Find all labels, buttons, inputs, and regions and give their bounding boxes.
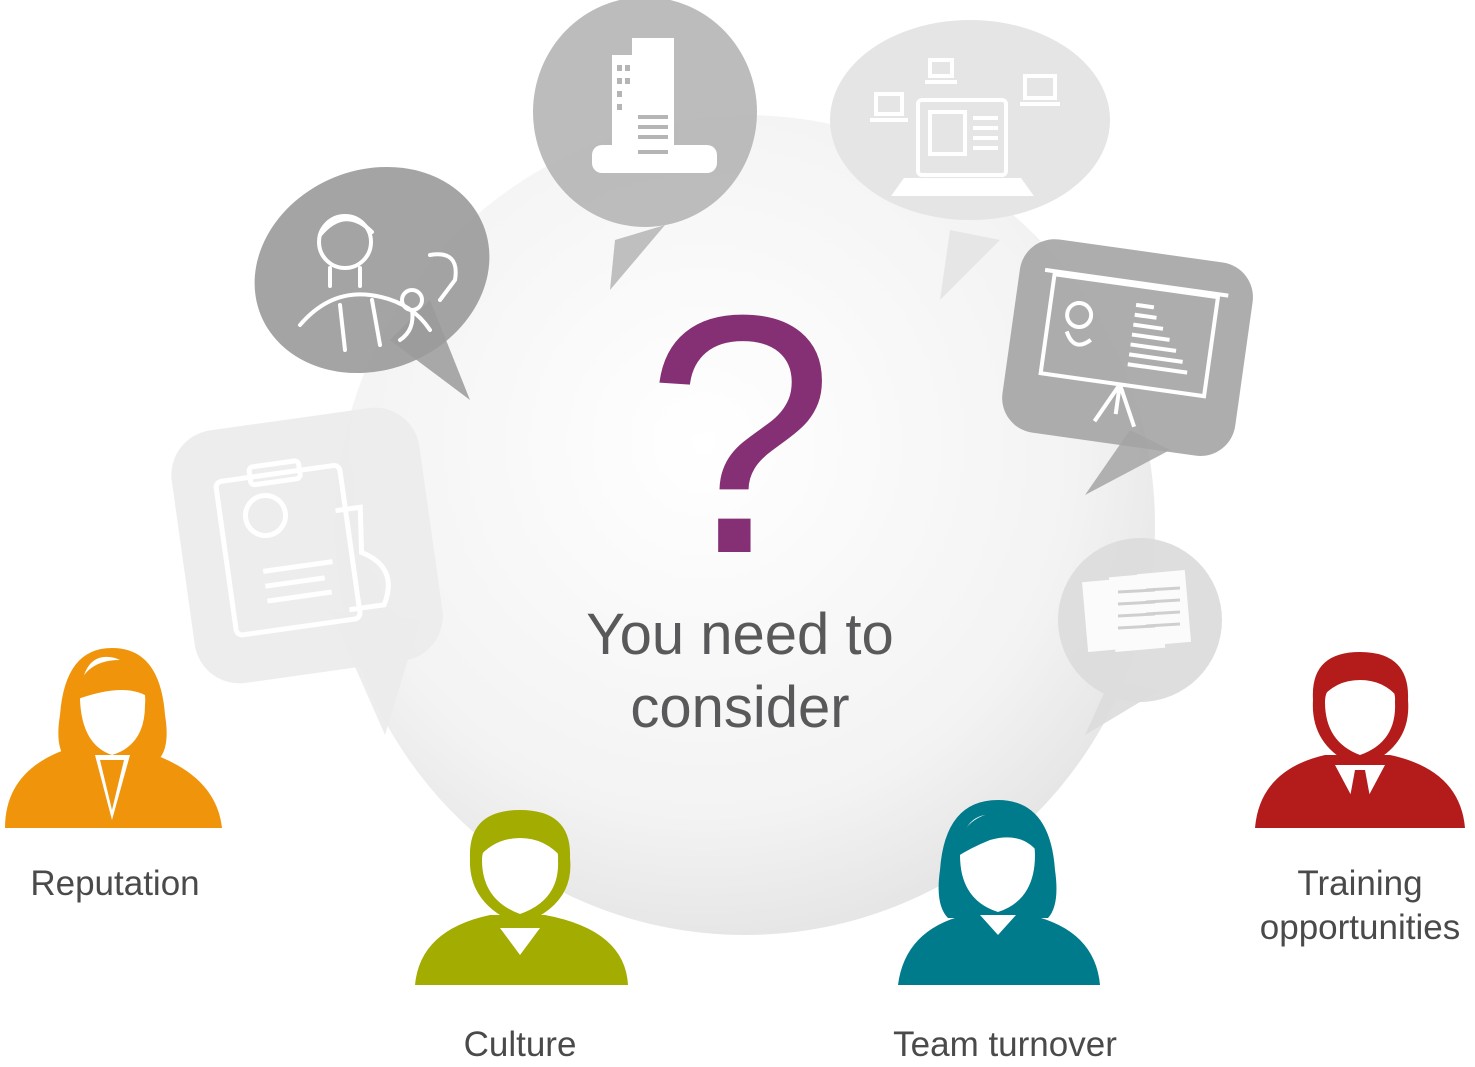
question-mark: ? bbox=[645, 245, 835, 625]
label-reputation: Reputation bbox=[30, 864, 200, 903]
label-training-opportunities: Training opportunities bbox=[1235, 862, 1475, 950]
label-culture: Culture bbox=[463, 1025, 577, 1064]
label-training-line2: opportunities bbox=[1259, 908, 1461, 947]
person-training bbox=[1255, 652, 1465, 828]
label-team-turnover: Team turnover bbox=[893, 1025, 1117, 1064]
person-reputation bbox=[5, 648, 222, 828]
businessman-icon bbox=[1255, 652, 1465, 828]
center-caption: You need to consider bbox=[520, 598, 960, 744]
center-caption-line2: consider bbox=[630, 675, 850, 740]
woman-icon bbox=[5, 648, 222, 828]
label-training-line1: Training bbox=[1297, 864, 1423, 903]
center-caption-line1: You need to bbox=[586, 602, 894, 667]
